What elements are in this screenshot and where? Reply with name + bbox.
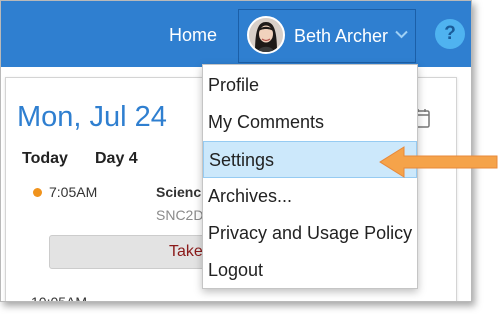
event-course-title[interactable]: Scienc: [156, 184, 201, 200]
menu-item-profile[interactable]: Profile: [203, 67, 417, 104]
callout-arrow-icon: [379, 146, 498, 178]
today-tab[interactable]: Today: [22, 150, 68, 168]
menu-item-my-comments[interactable]: My Comments: [203, 104, 417, 141]
event-course-code: SNC2D: [156, 207, 204, 223]
event-time: 7:05AM: [49, 184, 98, 200]
user-avatar: [247, 16, 285, 54]
event-status-dot: [33, 188, 42, 197]
agenda-date-heading: Mon, Jul 24: [17, 101, 167, 133]
menu-item-privacy-policy[interactable]: Privacy and Usage Policy: [203, 215, 417, 252]
help-button[interactable]: ?: [435, 19, 465, 49]
next-event-time: 10:05AM: [31, 294, 88, 302]
user-name-label: Beth Archer: [294, 26, 389, 46]
chevron-down-icon: [395, 30, 408, 39]
user-menu-button[interactable]: Beth Archer: [238, 9, 416, 63]
menu-item-archives[interactable]: Archives...: [203, 178, 417, 215]
top-navigation-bar: Home Beth Archer ?: [1, 1, 471, 67]
home-link[interactable]: Home: [169, 25, 217, 46]
avatar-portrait-icon: [249, 18, 283, 52]
menu-item-logout[interactable]: Logout: [203, 252, 417, 289]
take-button-label: Take: [169, 243, 203, 260]
day-number-label: Day 4: [95, 150, 138, 167]
